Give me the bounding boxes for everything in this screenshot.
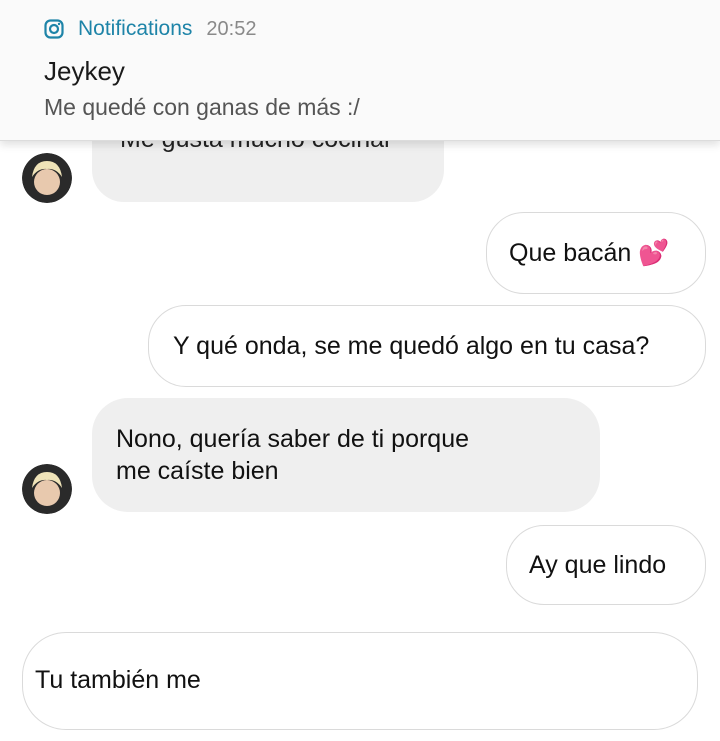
notification-header: Notifications 20:52 <box>44 16 256 42</box>
instagram-icon <box>44 19 64 39</box>
notification-body: Me quedé con ganas de más :/ <box>44 94 360 120</box>
message-text: Que bacán 💕 <box>509 239 670 267</box>
message-incoming[interactable]: Me gusta mucho cocinar <box>92 140 444 202</box>
message-text: Me gusta mucho cocinar <box>120 140 392 155</box>
message-text: Ay que lindo <box>529 551 667 579</box>
message-outgoing[interactable]: Y qué onda, se me quedó algo en tu casa? <box>148 305 706 387</box>
message-incoming[interactable]: Nono, quería saber de ti porque me caíst… <box>92 398 600 512</box>
avatar[interactable] <box>22 153 72 203</box>
notification-app-name: Notifications <box>78 17 193 40</box>
message-input[interactable]: Tu también me <box>22 632 698 730</box>
message-input-value: Tu también me <box>35 666 201 694</box>
message-text: Y qué onda, se me quedó algo en tu casa? <box>173 332 650 360</box>
message-text-line: me caíste bien <box>116 457 279 485</box>
avatar-image <box>22 464 72 514</box>
notification-time: 20:52 <box>206 17 257 40</box>
message-outgoing[interactable]: Que bacán 💕 <box>486 212 706 294</box>
message-text-line: Nono, quería saber de ti porque <box>116 425 470 453</box>
chat-thread: Me gusta mucho cocinar Que bacán 💕 Y qué… <box>0 140 720 741</box>
avatar-image <box>22 153 72 203</box>
message-outgoing[interactable]: Ay que lindo <box>506 525 706 605</box>
avatar[interactable] <box>22 464 72 514</box>
notification-title: Jeykey <box>44 56 125 86</box>
notification-banner[interactable]: Notifications 20:52 Jeykey Me quedé con … <box>0 0 720 141</box>
